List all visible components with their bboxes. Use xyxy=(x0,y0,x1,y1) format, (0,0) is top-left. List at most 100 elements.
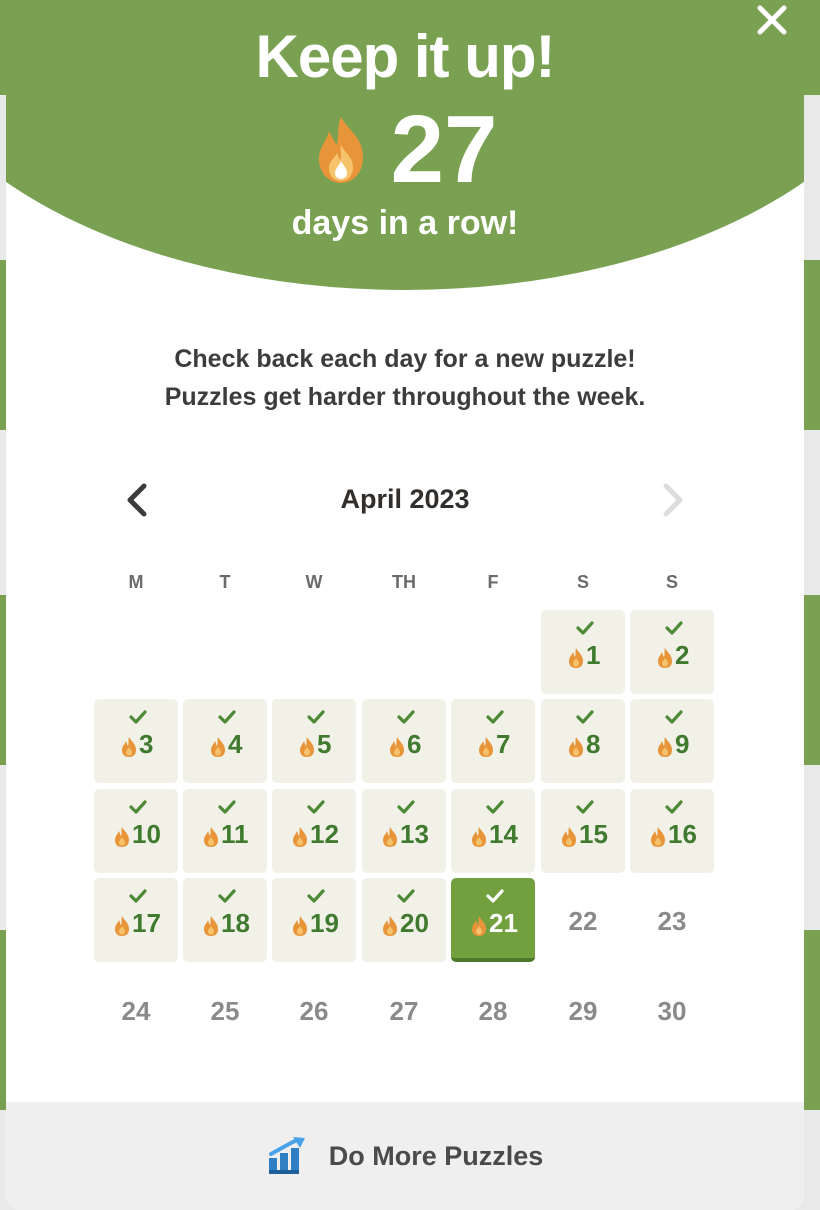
checkmark-icon xyxy=(665,621,683,635)
checkmark-icon xyxy=(307,800,325,814)
checkmark-icon xyxy=(665,800,683,814)
calendar-day[interactable]: 15 xyxy=(541,789,625,873)
flame-icon xyxy=(383,827,397,847)
day-number: 1 xyxy=(586,640,601,670)
checkmark-icon xyxy=(307,889,325,903)
flame-icon xyxy=(204,827,218,847)
weekday-label: T xyxy=(219,572,231,592)
day-number: 16 xyxy=(668,819,697,849)
day-number: 10 xyxy=(132,819,161,849)
calendar-day[interactable]: 5 xyxy=(272,699,356,783)
checkmark-icon xyxy=(665,710,683,724)
calendar-day[interactable]: 8 xyxy=(541,699,625,783)
day-number: 14 xyxy=(489,819,518,849)
calendar-day[interactable]: 20 xyxy=(362,878,446,962)
calendar-day[interactable]: 17 xyxy=(94,878,178,962)
calendar-day[interactable]: 9 xyxy=(630,699,714,783)
day-number: 8 xyxy=(586,729,601,759)
close-icon[interactable] xyxy=(754,2,790,38)
flame-icon xyxy=(658,737,672,757)
checkmark-icon xyxy=(576,710,594,724)
day-number: 3 xyxy=(139,729,154,759)
checkmark-icon xyxy=(576,621,594,635)
flame-icon xyxy=(479,737,493,757)
info-line: Check back each day for a new puzzle! xyxy=(174,345,636,373)
day-number: 15 xyxy=(579,819,608,849)
checkmark-icon xyxy=(486,889,504,903)
calendar-day[interactable]: 3 xyxy=(94,699,178,783)
month-navigation: April 2023 xyxy=(6,478,804,522)
calendar-day[interactable]: 6 xyxy=(362,699,446,783)
calendar-day-today[interactable]: 21 xyxy=(451,878,535,962)
day-number: 24 xyxy=(121,996,151,1026)
day-number: 19 xyxy=(310,908,339,938)
checkmark-icon xyxy=(218,800,236,814)
calendar-day[interactable]: 16 xyxy=(630,789,714,873)
checkmark-icon xyxy=(397,800,415,814)
day-number: 20 xyxy=(400,908,429,938)
checkmark-icon xyxy=(218,889,236,903)
day-number: 11 xyxy=(221,819,249,849)
calendar-day[interactable]: 12 xyxy=(272,789,356,873)
flame-icon xyxy=(122,737,136,757)
day-number: 13 xyxy=(400,819,429,849)
calendar-day: 29 xyxy=(541,968,625,1052)
calendar-day[interactable]: 4 xyxy=(183,699,267,783)
flame-icon xyxy=(472,916,486,936)
calendar-day[interactable]: 19 xyxy=(272,878,356,962)
calendar-day: 27 xyxy=(362,968,446,1052)
flame-icon xyxy=(569,648,583,668)
calendar-day[interactable]: 10 xyxy=(94,789,178,873)
flame-icon xyxy=(115,916,129,936)
checkmark-icon xyxy=(307,710,325,724)
flame-icon xyxy=(569,737,583,757)
day-number: 4 xyxy=(228,729,243,759)
streak-display: 27 xyxy=(6,100,804,200)
calendar-day[interactable]: 13 xyxy=(362,789,446,873)
calendar-day[interactable]: 1 xyxy=(541,610,625,694)
day-number: 28 xyxy=(478,996,508,1026)
day-number: 9 xyxy=(675,729,690,759)
chevron-right-icon[interactable] xyxy=(652,480,692,520)
calendar-day[interactable]: 7 xyxy=(451,699,535,783)
calendar-day[interactable]: 11 xyxy=(183,789,267,873)
day-number: 12 xyxy=(310,819,339,849)
flame-icon xyxy=(318,117,363,183)
flame-icon xyxy=(383,916,397,936)
weekday-label: TH xyxy=(392,572,416,592)
weekday-header: M T W TH F S S xyxy=(6,572,804,598)
calendar-day[interactable]: 18 xyxy=(183,878,267,962)
flame-icon xyxy=(211,737,225,757)
do-more-puzzles-button[interactable]: Do More Puzzles xyxy=(6,1102,804,1210)
calendar-day: 23 xyxy=(630,878,714,962)
weekday-label: F xyxy=(487,572,499,592)
flame-icon xyxy=(651,827,665,847)
checkmark-icon xyxy=(486,710,504,724)
day-number: 7 xyxy=(496,729,511,759)
weekday-label: M xyxy=(128,572,144,592)
calendar-day[interactable]: 2 xyxy=(630,610,714,694)
day-number: 27 xyxy=(389,996,419,1026)
weekday-label: S xyxy=(576,572,589,592)
checkmark-icon xyxy=(129,889,147,903)
flame-icon xyxy=(300,737,314,757)
day-number: 30 xyxy=(657,996,687,1026)
day-number: 22 xyxy=(568,906,598,936)
checkmark-icon xyxy=(129,800,147,814)
streak-modal: Keep it up! 27 days in a row! Check back… xyxy=(6,0,804,1210)
bar-chart-arrow-icon xyxy=(268,1137,305,1174)
day-number: 26 xyxy=(299,996,329,1026)
info-text: Check back each day for a new puzzle! Pu… xyxy=(6,340,804,416)
day-number: 17 xyxy=(132,908,161,938)
checkmark-icon xyxy=(397,710,415,724)
flame-icon xyxy=(472,827,486,847)
flame-icon xyxy=(562,827,576,847)
calendar-day: 24 xyxy=(94,968,178,1052)
calendar-day[interactable]: 14 xyxy=(451,789,535,873)
flame-icon xyxy=(658,648,672,668)
weekday-label: W xyxy=(305,572,323,592)
flame-icon xyxy=(293,916,307,936)
checkmark-icon xyxy=(486,800,504,814)
do-more-puzzles-label: Do More Puzzles xyxy=(328,1140,544,1171)
day-number: 21 xyxy=(489,908,518,938)
